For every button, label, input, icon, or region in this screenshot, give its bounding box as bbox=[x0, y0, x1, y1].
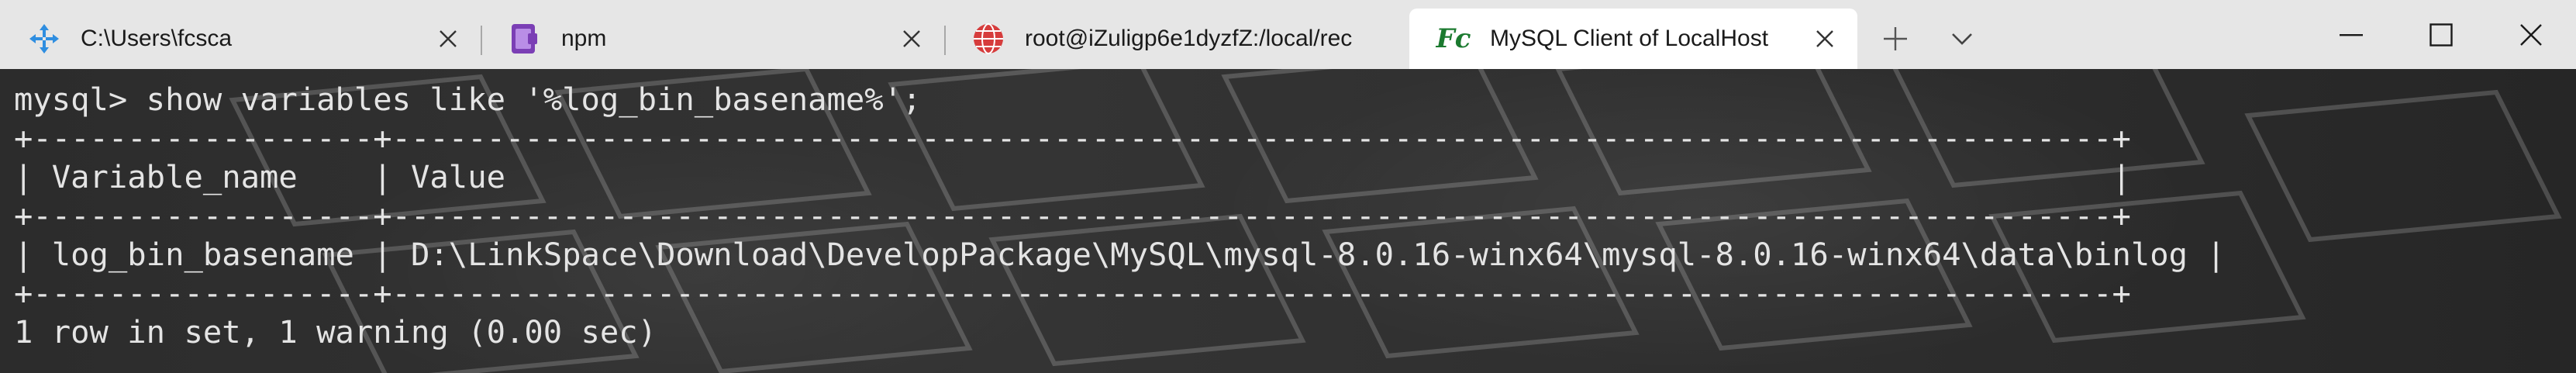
table-border: +------------------+--------------------… bbox=[14, 119, 2131, 157]
command-line: mysql> show variables like '%log_bin_bas… bbox=[14, 81, 922, 118]
table-row: | log_bin_basename | D:\LinkSpace\Downlo… bbox=[14, 236, 2226, 273]
tab-close-icon[interactable] bbox=[896, 23, 927, 54]
powershell-purple-icon bbox=[507, 21, 543, 57]
tab-npm[interactable]: npm bbox=[481, 9, 944, 69]
fc-icon: Fc bbox=[1436, 21, 1471, 57]
tab-root-ssh[interactable]: root@iZuligp6e1dyzfZ:/local/rec bbox=[944, 9, 1409, 69]
tab-cmd-users[interactable]: C:\Users\fcsca bbox=[0, 9, 481, 69]
tab-title: C:\Users\fcsca bbox=[81, 26, 233, 51]
scrollbar[interactable] bbox=[2556, 69, 2576, 373]
tab-close-icon[interactable] bbox=[433, 23, 464, 54]
new-tab-plus-icon[interactable] bbox=[1873, 16, 1918, 61]
tab-title: npm bbox=[561, 26, 607, 51]
table-header-row: | Variable_name | Value | bbox=[14, 158, 2131, 195]
terminal-text: mysql> show variables like '%log_bin_bas… bbox=[14, 80, 2226, 351]
tab-bar: C:\Users\fcsca npm root@iZuligp6e1dyzfZ:… bbox=[0, 0, 2576, 69]
tab-title: root@iZuligp6e1dyzfZ:/local/rec bbox=[1025, 26, 1353, 51]
azure-cloud-shell-icon bbox=[26, 21, 62, 57]
window-controls bbox=[2306, 0, 2576, 69]
terminal-output[interactable]: mysql> show variables like '%log_bin_bas… bbox=[0, 69, 2576, 373]
tab-title: MySQL Client of LocalHost bbox=[1490, 26, 1769, 51]
terminal-window: C:\Users\fcsca npm root@iZuligp6e1dyzfZ:… bbox=[0, 0, 2576, 373]
result-summary: 1 row in set, 1 warning (0.00 sec) bbox=[14, 313, 657, 351]
table-border: +------------------+--------------------… bbox=[14, 197, 2131, 234]
maximize-icon[interactable] bbox=[2396, 0, 2486, 69]
chevron-down-icon[interactable] bbox=[1940, 16, 1985, 61]
tab-close-icon[interactable] bbox=[1809, 23, 1840, 54]
minimize-icon[interactable] bbox=[2306, 0, 2396, 69]
close-icon[interactable] bbox=[2486, 0, 2576, 69]
tab-mysql-client[interactable]: Fc MySQL Client of LocalHost bbox=[1409, 9, 1857, 69]
tab-actions bbox=[1873, 9, 2006, 69]
table-border: +------------------+--------------------… bbox=[14, 275, 2131, 312]
ubuntu-globe-icon bbox=[971, 21, 1006, 57]
fc-icon-text: Fc bbox=[1436, 23, 1471, 54]
